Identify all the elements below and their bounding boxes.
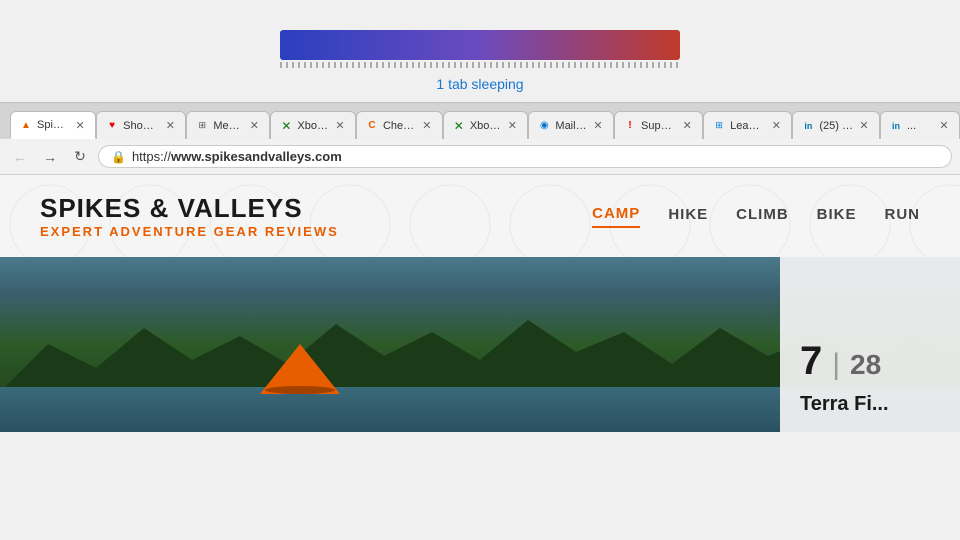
tab-icon-linkedin2: in: [889, 119, 903, 133]
tab-close-xbox1[interactable]: ✕: [333, 119, 347, 132]
article-num-main: 7: [800, 339, 822, 384]
hero-area: 7 | 28 Terra Fi...: [0, 257, 960, 432]
tab-icon-linkedin1: in: [801, 119, 815, 133]
tab-close-leaders[interactable]: ✕: [769, 119, 783, 132]
website-content: SPIKES & VALLEYS EXPERT ADVENTURE GEAR R…: [0, 175, 960, 432]
tab-label-shop: Shop Lo...: [123, 120, 159, 132]
tab-icon-spikes: ▲: [19, 118, 33, 132]
tab-icon-chefs: C: [365, 119, 379, 133]
tab-bar: ▲ Spikes ... ✕ ♥ Shop Lo... ✕ ⊞ Meet n..…: [0, 103, 960, 139]
tab-xbox1[interactable]: ✕ Xbox S... ✕: [270, 111, 356, 139]
refresh-button[interactable]: ↻: [68, 145, 92, 169]
tab-label-mail: Mail - F...: [555, 120, 587, 132]
lock-icon: 🔒: [111, 150, 126, 164]
tab-icon-xbox1: ✕: [279, 119, 293, 133]
nav-item-camp[interactable]: CAMP: [592, 205, 640, 228]
tab-icon-super: !: [623, 119, 637, 133]
tab-label-linkedin1: (25) Me...: [819, 120, 853, 132]
article-divider: |: [832, 348, 840, 382]
tab-linkedin1[interactable]: in (25) Me... ✕: [792, 111, 880, 139]
browser-chrome: ▲ Spikes ... ✕ ♥ Shop Lo... ✕ ⊞ Meet n..…: [0, 102, 960, 175]
site-header: SPIKES & VALLEYS EXPERT ADVENTURE GEAR R…: [0, 175, 960, 257]
tab-label-linkedin2: ...: [907, 120, 933, 132]
forward-button[interactable]: →: [38, 145, 62, 169]
tab-close-linkedin2[interactable]: ✕: [937, 119, 951, 132]
nav-item-climb[interactable]: CLIMB: [736, 206, 789, 227]
url-domain: www.spikesandvalleys.com: [171, 149, 342, 164]
tab-close-linkedin1[interactable]: ✕: [857, 119, 871, 132]
url-text: https://www.spikesandvalleys.com: [132, 149, 342, 164]
tab-close-mail[interactable]: ✕: [591, 119, 605, 132]
article-number: 7 | 28: [800, 339, 940, 384]
tab-close-super[interactable]: ✕: [680, 119, 694, 132]
hero-tent: [260, 344, 340, 394]
tab-icon-mail: ◉: [537, 119, 551, 133]
tab-icon-xbox2: ✕: [452, 119, 466, 133]
site-logo: SPIKES & VALLEYS EXPERT ADVENTURE GEAR R…: [40, 193, 339, 239]
tab-label-spikes: Spikes ...: [37, 119, 69, 131]
tab-meet[interactable]: ⊞ Meet n... ✕: [186, 111, 270, 139]
tab-label-meet: Meet n...: [213, 120, 243, 132]
site-nav: CAMP HIKE CLIMB BIKE RUN: [592, 205, 920, 228]
tab-close-chefs[interactable]: ✕: [420, 119, 434, 132]
tab-icon-meet: ⊞: [195, 119, 209, 133]
nav-item-hike[interactable]: HIKE: [668, 206, 708, 227]
tab-label-chefs: Chef's t...: [383, 120, 416, 132]
nav-item-bike[interactable]: BIKE: [817, 206, 857, 227]
tab-close-shop[interactable]: ✕: [163, 119, 177, 132]
sleeping-bar-area: 1 tab sleeping: [0, 0, 960, 102]
progress-dots: [280, 62, 680, 68]
tab-chefs[interactable]: C Chef's t... ✕: [356, 111, 443, 139]
address-bar[interactable]: 🔒 https://www.spikesandvalleys.com: [98, 145, 952, 168]
tab-xbox2[interactable]: ✕ Xbox S... ✕: [443, 111, 529, 139]
address-bar-row: ← → ↻ 🔒 https://www.spikesandvalleys.com: [0, 139, 960, 175]
tab-label-leaders: Leaders...: [730, 120, 765, 132]
tent-shadow: [265, 386, 335, 394]
article-title: Terra Fi...: [800, 392, 940, 416]
tab-mail[interactable]: ◉ Mail - F... ✕: [528, 111, 614, 139]
tab-icon-shop: ♥: [105, 119, 119, 133]
article-card: 7 | 28 Terra Fi...: [780, 257, 960, 432]
sleeping-text: 1 tab sleeping: [436, 76, 523, 92]
tab-leaders[interactable]: ⊞ Leaders... ✕: [703, 111, 792, 139]
tab-close-spikes[interactable]: ✕: [73, 119, 87, 132]
logo-main-text: SPIKES & VALLEYS: [40, 193, 339, 224]
tab-label-xbox1: Xbox S...: [297, 120, 329, 132]
article-num-total: 28: [850, 349, 881, 381]
nav-item-run[interactable]: RUN: [885, 206, 921, 227]
tab-label-xbox2: Xbox S...: [470, 120, 502, 132]
tab-super[interactable]: ! Super S... ✕: [614, 111, 703, 139]
tab-close-xbox2[interactable]: ✕: [505, 119, 519, 132]
color-bar: [280, 30, 680, 60]
tab-linkedin2[interactable]: in ... ✕: [880, 111, 960, 139]
tab-label-super: Super S...: [641, 120, 676, 132]
tab-icon-leaders: ⊞: [712, 119, 726, 133]
tab-spikes[interactable]: ▲ Spikes ... ✕: [10, 111, 96, 139]
logo-sub-text: EXPERT ADVENTURE GEAR REVIEWS: [40, 224, 339, 239]
tab-shop[interactable]: ♥ Shop Lo... ✕: [96, 111, 186, 139]
tab-close-meet[interactable]: ✕: [247, 119, 261, 132]
back-button[interactable]: ←: [8, 145, 32, 169]
